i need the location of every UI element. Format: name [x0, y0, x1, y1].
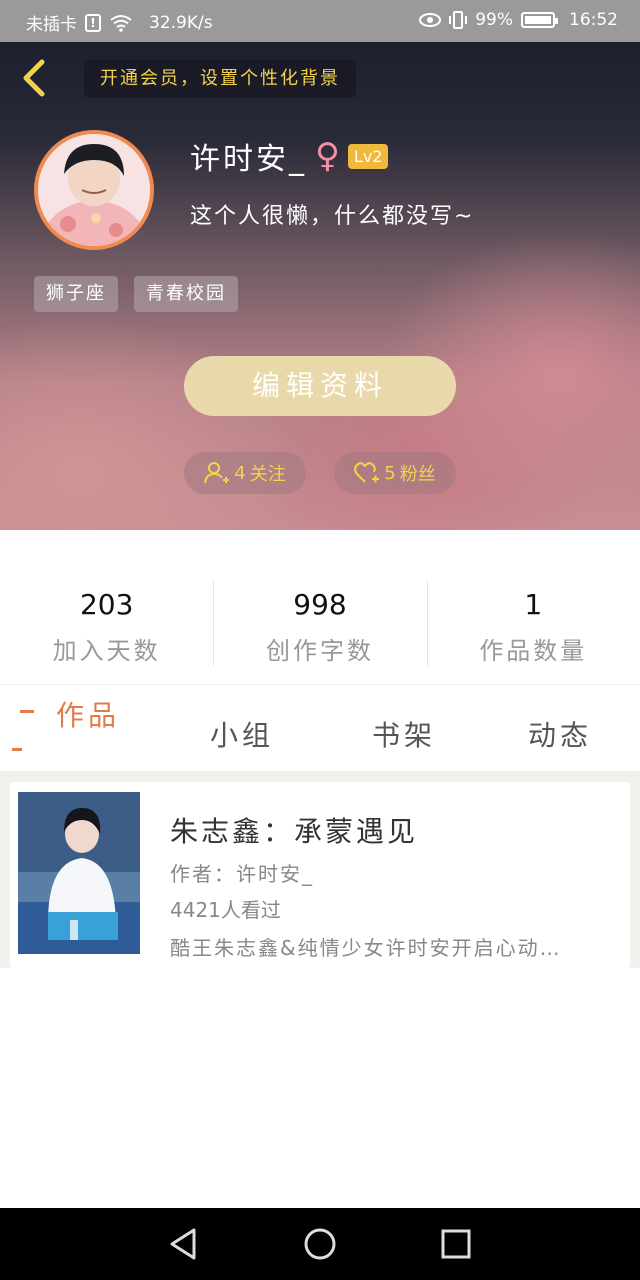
fans-button[interactable]: 5 粉丝: [334, 452, 456, 494]
stat-label: 作品数量: [479, 637, 588, 665]
vibrate-icon: [449, 11, 468, 29]
work-views: 4421人看过: [170, 898, 281, 922]
nav-recents-icon[interactable]: [438, 1226, 474, 1262]
work-cover-image: [18, 792, 140, 954]
list-item[interactable]: 朱志鑫：承蒙遇见 作者：许时安_ 4421人看过 酷王朱志鑫&纯情少女许时安开启…: [10, 782, 630, 968]
back-arrow-icon[interactable]: [16, 58, 50, 98]
stat-works-count: 1 作品数量: [426, 530, 640, 684]
battery-percent: 99%: [475, 10, 513, 30]
stat-value: 203: [79, 588, 134, 621]
signature: 这个人很懒，什么都没写~: [190, 204, 475, 229]
sim-warning-icon: !: [85, 13, 101, 32]
work-title: 朱志鑫：承蒙遇见: [170, 815, 419, 848]
following-button[interactable]: 4 关注: [184, 452, 306, 494]
tag-genre: 青春校园: [134, 276, 238, 312]
tab-activity[interactable]: 动态: [528, 714, 592, 754]
active-tab-mark: [20, 710, 34, 713]
fans-label: 粉丝: [399, 464, 436, 485]
stat-value: 998: [293, 588, 347, 621]
vip-background-banner[interactable]: 开通会员，设置个性化背景: [84, 60, 356, 98]
stats-row: 203 加入天数 998 创作字数 1 作品数量: [0, 530, 640, 685]
carrier-label: 未插卡: [26, 15, 77, 35]
content-tabs: 作品 小组 书架 动态: [0, 686, 640, 772]
work-author: 作者：许时安_: [170, 862, 314, 886]
avatar-image: [38, 134, 150, 246]
battery-icon: [521, 12, 558, 28]
nav-home-icon[interactable]: [302, 1226, 338, 1262]
nickname-row: 许时安_ ♀ Lv2: [190, 134, 389, 178]
following-label: 关注: [249, 464, 286, 485]
stat-label: 创作字数: [265, 637, 374, 665]
add-user-icon: [204, 462, 230, 484]
avatar[interactable]: [34, 130, 154, 250]
heart-plus-icon: [354, 462, 380, 483]
level-badge: Lv2: [347, 143, 389, 169]
nickname: 许时安_: [190, 142, 307, 177]
tab-groups[interactable]: 小组: [210, 714, 274, 754]
tab-works[interactable]: 作品: [56, 694, 120, 734]
following-count: 4: [234, 462, 246, 484]
clock: 16:52: [569, 10, 618, 30]
stat-days-joined: 203 加入天数: [0, 530, 213, 684]
network-speed: 32.9K/s: [149, 12, 213, 33]
female-icon: ♀: [315, 136, 340, 176]
tag-zodiac: 狮子座: [34, 276, 118, 312]
eye-comfort-icon: [419, 13, 442, 27]
status-bar: 未插卡 ! 32.9K/s 99% 16:52: [0, 0, 640, 42]
profile-header: 开通会员，设置个性化背景 许时安_ ♀ Lv2 这个人很懒，什么都没写~ 狮子座…: [0, 42, 640, 530]
edit-profile-button[interactable]: 编辑资料: [184, 356, 456, 416]
stat-value: 1: [524, 588, 543, 621]
tag-list: 狮子座 青春校园: [34, 276, 238, 312]
works-list: 朱志鑫：承蒙遇见 作者：许时安_ 4421人看过 酷王朱志鑫&纯情少女许时安开启…: [0, 772, 640, 968]
wifi-icon: [110, 14, 132, 32]
nav-back-icon[interactable]: [166, 1226, 202, 1262]
system-nav-bar: [0, 1208, 640, 1280]
active-tab-mark: [12, 748, 22, 751]
tab-bookshelf[interactable]: 书架: [372, 714, 436, 754]
fans-count: 5: [384, 462, 396, 484]
stat-word-count: 998 创作字数: [213, 530, 426, 684]
stat-label: 加入天数: [52, 637, 161, 665]
work-description: 酷王朱志鑫&纯情少女许时安开启心动…: [170, 936, 562, 960]
